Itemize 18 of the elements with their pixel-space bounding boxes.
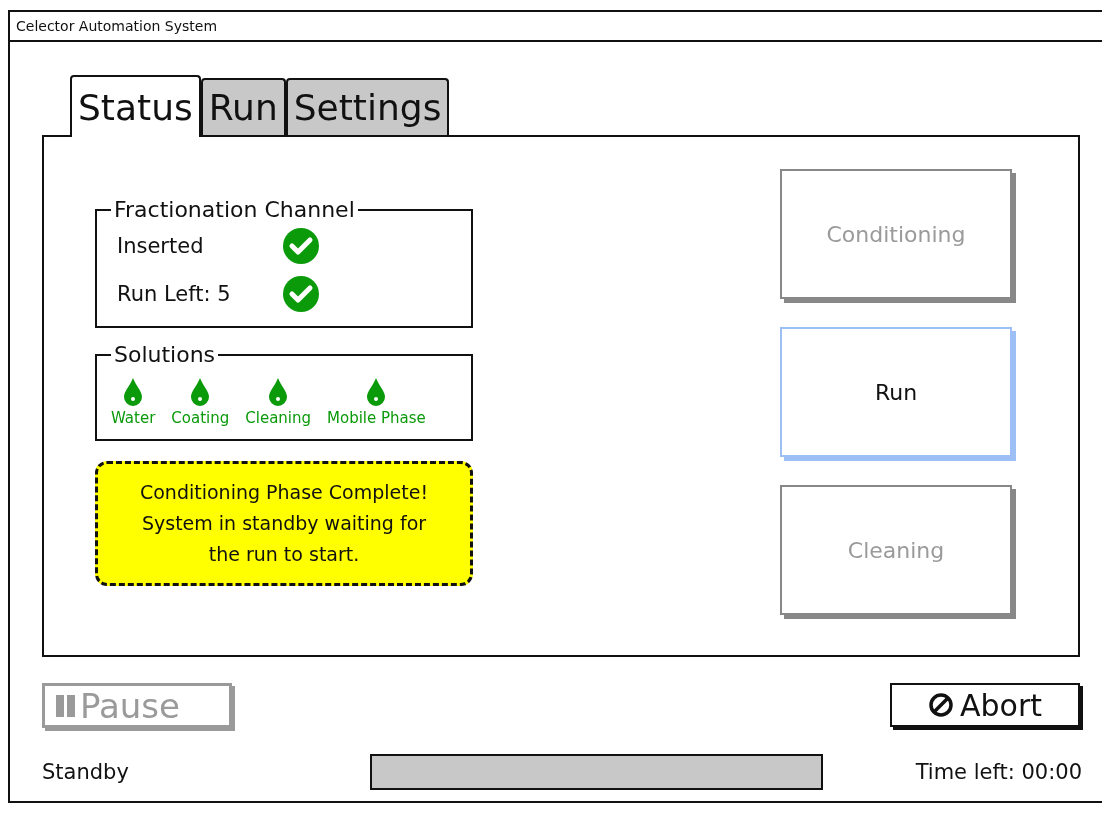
cancel-icon [928, 692, 954, 718]
solution-label: Coating [171, 409, 230, 427]
window-title: Celector Automation System [16, 18, 218, 34]
group-title: Solutions [113, 342, 217, 367]
status-label: Run Left: 5 [117, 282, 232, 306]
status-text: Standby [42, 760, 130, 784]
pause-icon [55, 692, 77, 719]
group-title: Fractionation Channel [113, 197, 356, 222]
tab[interactable]: Settings [285, 78, 450, 135]
solution-label: Mobile Phase [327, 409, 426, 427]
tab[interactable]: Status [70, 75, 201, 137]
abort-button[interactable]: Abort [890, 683, 1080, 727]
time-left: Time left: 00:00 [915, 760, 1082, 784]
solution-label: Water [111, 409, 156, 427]
solution-label: Cleaning [245, 409, 312, 427]
notice-message: Conditioning Phase Complete! System in standby waiting for the run to start. [95, 461, 473, 586]
tab[interactable]: Run [200, 78, 286, 135]
status-label: Inserted [117, 234, 205, 258]
